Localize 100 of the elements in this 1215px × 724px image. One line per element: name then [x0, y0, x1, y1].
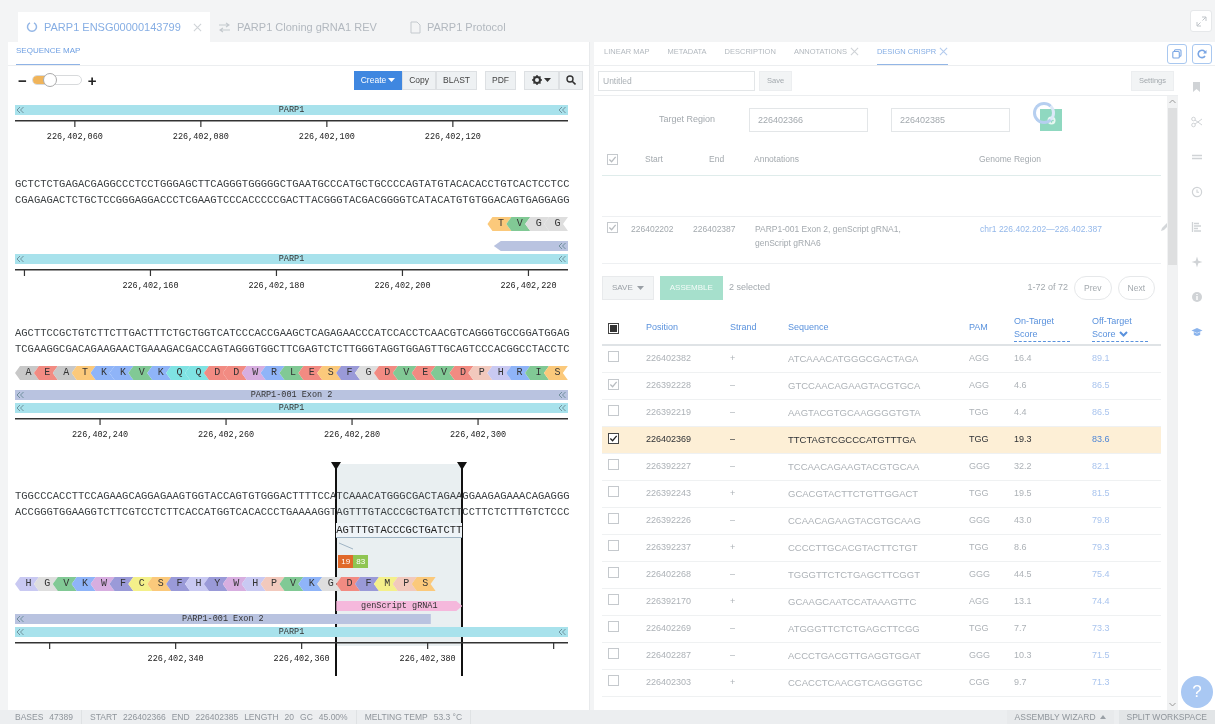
name-field[interactable]: Untitled: [598, 70, 755, 91]
bookmark-icon[interactable]: [1190, 81, 1203, 93]
duplicate-button[interactable]: [1167, 44, 1187, 64]
document-tab[interactable]: PARP1 ENSG00000143799: [18, 12, 210, 42]
column-header[interactable]: PAM: [969, 321, 988, 335]
zoom-in-button[interactable]: +: [87, 72, 97, 88]
toolbar-button[interactable]: PDF: [485, 70, 516, 90]
scroll-down-icon[interactable]: [1169, 702, 1176, 707]
refresh-button[interactable]: [1192, 44, 1212, 64]
continuation-icon: [17, 629, 24, 635]
table-cell-text: 16.4: [1014, 352, 1033, 366]
bars-icon[interactable]: [1190, 221, 1203, 233]
table-row[interactable]: 226392243 + GCACGTACTTCTGTTGGACT TGG 19.5 81.5: [602, 481, 1161, 508]
create-button[interactable]: Create: [353, 70, 403, 90]
help-button[interactable]: ?: [1181, 676, 1213, 708]
genome-region-link[interactable]: chr1 226.402.202—226.402.387: [980, 222, 1160, 236]
table-cell-text: TTCTAGTCGCCCATGTTTGA: [788, 432, 917, 447]
table-row[interactable]: 226392237 + CCCCTTGCACGTACTTCTGT TGG 8.6 79.3: [602, 535, 1161, 562]
save-menu-button[interactable]: SAVE: [602, 276, 654, 300]
guide-sequence[interactable]: AGTTTGTACCCGCTGATCTT: [336, 523, 463, 538]
table-cell-text: 226402387: [693, 223, 737, 236]
feature-bar[interactable]: PARP1-001 Exon 2: [15, 390, 568, 400]
table-cell-text: TGG: [969, 433, 990, 447]
table-cell-text: –: [730, 406, 736, 420]
copy-icon: [1172, 49, 1182, 59]
close-icon[interactable]: [939, 46, 949, 56]
sparkle-icon[interactable]: [1190, 256, 1203, 268]
document-tab[interactable]: PARP1 Cloning gRNA1 REV: [210, 12, 402, 42]
prev-button[interactable]: Prev: [1074, 276, 1112, 300]
feature-label: PARP1-001 Exon 2: [250, 390, 333, 400]
checkbox[interactable]: [608, 432, 619, 444]
zoom-slider[interactable]: [31, 75, 82, 85]
column-header[interactable]: Position: [646, 321, 679, 335]
toolbar-button[interactable]: BLAST: [436, 70, 477, 90]
tick-label: 226,402,180: [248, 280, 305, 293]
tick-label: 226,402,100: [298, 131, 355, 144]
table-row[interactable]: 226402382 + ATCAAACATGGGCGACTAGA AGG 16.4 89.1: [602, 346, 1161, 373]
table-row[interactable]: 226392228 – GTCCAACAGAAGTACGTGCA AGG 4.6 86.5: [602, 373, 1161, 400]
table-cell-text: –: [730, 568, 736, 582]
table-cell-text: 74.4: [1092, 595, 1111, 609]
feature-bar[interactable]: PARP1: [15, 403, 568, 413]
graduation-cap-icon[interactable]: [1190, 326, 1203, 338]
checkbox[interactable]: [608, 322, 619, 334]
feature-bar[interactable]: PARP1: [15, 627, 568, 637]
column-header[interactable]: Off-Target Score: [1092, 314, 1148, 342]
page-icon: [410, 20, 421, 34]
table-cell-text: GCACGTACTTCTGTTGGACT: [788, 486, 920, 501]
table-cell-text: 226392170: [646, 595, 693, 609]
table-cell-text: GGG: [969, 649, 991, 663]
page-range: 1-72 of 72: [1027, 281, 1069, 295]
search-button[interactable]: [559, 70, 583, 90]
table-cell-text: 9.7: [1014, 676, 1028, 690]
feature-bar[interactable]: [493, 241, 568, 251]
assembly-wizard-button[interactable]: ASSEMBLY WIZARD: [1006, 710, 1114, 724]
toolbar-button[interactable]: Copy: [402, 70, 437, 90]
start-field[interactable]: 226402366: [749, 108, 868, 132]
expand-button[interactable]: [1190, 10, 1212, 32]
status-value: 226402385: [195, 710, 239, 724]
split-workspace-button[interactable]: SPLIT WORKSPACE: [1118, 710, 1215, 724]
scroll-up-icon[interactable]: [1169, 99, 1176, 104]
feature-bar[interactable]: genScript gRNA1: [336, 601, 463, 611]
scroll-thumb[interactable]: [1168, 108, 1177, 265]
feature-label: PARP1: [278, 403, 305, 413]
settings-button[interactable]: [524, 70, 559, 90]
table-cell-text: CCACCTCAACGTCAGGGTGC: [788, 675, 924, 690]
column-header[interactable]: Strand: [730, 321, 757, 335]
scrollbar[interactable]: [1167, 96, 1178, 710]
zoom-out-button[interactable]: −: [18, 72, 27, 88]
add-button[interactable]: [1040, 109, 1062, 131]
table-cell-text: AAGTACGTGCAAGGGGTGTA: [788, 405, 922, 420]
table-row[interactable]: 226392170 + GCAAGCAATCCATAAAGTTC AGG 13.1 74.4: [602, 589, 1161, 616]
table-row[interactable]: 226392226 – CCAACAGAAGTACGTGCAAG GGG 43.0 79.8: [602, 508, 1161, 535]
caret-icon: [388, 77, 396, 83]
continuation-icon: [559, 629, 566, 635]
tab[interactable]: SEQUENCE MAP: [16, 45, 81, 65]
feature-bar[interactable]: PARP1-001 Exon 2: [15, 614, 431, 624]
table-row[interactable]: 226402303 + CCACCTCAACGTCAGGGTGC CGG 9.7 71.3: [602, 670, 1161, 697]
close-icon[interactable]: [849, 46, 859, 56]
table-row[interactable]: 226402369 – TTCTAGTCGCCCATGTTTGA TGG 19.3 83.6: [602, 427, 1161, 454]
feature-bar[interactable]: PARP1: [15, 105, 568, 115]
column-header[interactable]: Sequence: [788, 321, 829, 335]
table-cell-text: +: [730, 487, 737, 501]
table-row[interactable]: 226392227 – TCCAACAGAAGTACGTGCAA GGG 32.2 82.1: [602, 454, 1161, 481]
scissors-icon[interactable]: [1190, 116, 1203, 128]
end-field[interactable]: 226402385: [891, 108, 1010, 132]
feature-bar[interactable]: PARP1: [15, 254, 568, 264]
table-cell-text: GGG: [969, 568, 991, 582]
close-icon[interactable]: [193, 22, 202, 32]
info-icon[interactable]: [1190, 291, 1203, 303]
sort-down-icon[interactable]: [1118, 331, 1128, 338]
table-row[interactable]: 226402287 – ACCCTGACGTTGAGGTGGAT GGG 10.3 71.5: [602, 643, 1161, 670]
table-row[interactable]: 226402269 – ATGGGTTCTCTGAGCTTCGG TGG 7.7 73.3: [602, 616, 1161, 643]
clock-icon[interactable]: [1190, 186, 1203, 198]
table-cell-text: 8.6: [1014, 541, 1028, 555]
tick-label: 226,402,340: [147, 653, 204, 666]
table-cell-text: ACCCTGACGTTGAGGTGGAT: [788, 648, 922, 663]
table-row[interactable]: 226402268 – TGGGTTCTCTGAGCTTCGGT GGG 44.5 75.4: [602, 562, 1161, 589]
column-header[interactable]: On-Target Score: [1014, 314, 1070, 342]
document-tab[interactable]: PARP1 Protocol: [402, 12, 594, 42]
next-button[interactable]: Next: [1117, 276, 1155, 300]
